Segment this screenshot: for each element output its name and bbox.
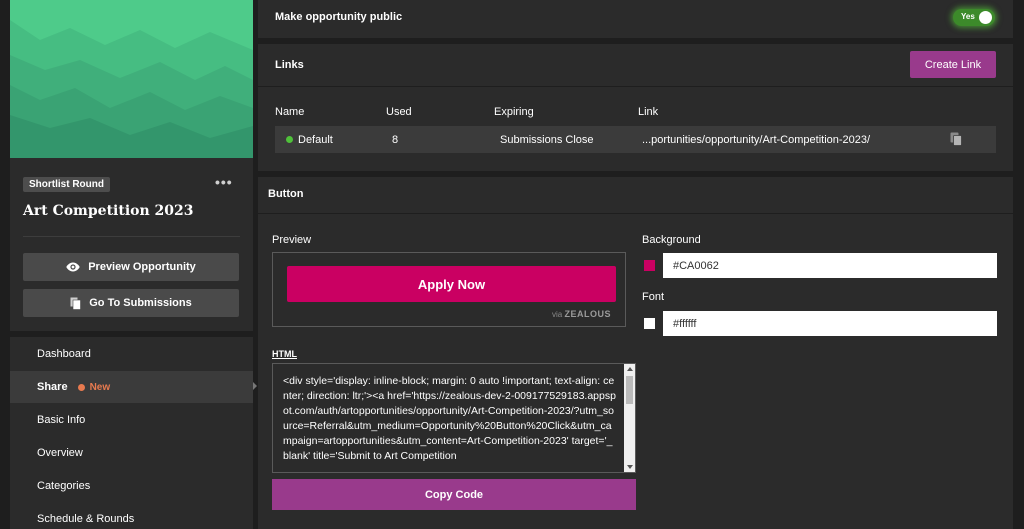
sidebar-item-label: Dashboard bbox=[37, 348, 91, 360]
html-code-text: <div style='display: inline-block; margi… bbox=[283, 375, 616, 462]
preview-opportunity-label: Preview Opportunity bbox=[88, 261, 196, 273]
public-toggle-panel: Make opportunity public Yes bbox=[258, 0, 1013, 38]
background-color-swatch[interactable] bbox=[644, 260, 655, 271]
new-dot-icon bbox=[77, 383, 85, 391]
sidebar-item-schedule-rounds[interactable]: Schedule & Rounds bbox=[10, 503, 253, 529]
link-name: Default bbox=[298, 134, 333, 146]
preview-label: Preview bbox=[272, 234, 312, 246]
create-link-button[interactable]: Create Link bbox=[910, 51, 996, 78]
link-used-count: 8 bbox=[392, 134, 399, 146]
column-header-link: Link bbox=[638, 106, 659, 118]
preview-opportunity-button[interactable]: Preview Opportunity bbox=[23, 253, 239, 281]
background-color-label: Background bbox=[642, 234, 701, 246]
links-title: Links bbox=[275, 59, 304, 71]
public-toggle-label: Make opportunity public bbox=[275, 11, 403, 23]
background-color-input[interactable] bbox=[663, 253, 997, 278]
public-toggle-switch[interactable]: Yes bbox=[953, 9, 995, 26]
font-color-label: Font bbox=[642, 291, 665, 303]
html-code-textarea[interactable]: <div style='display: inline-block; margi… bbox=[272, 363, 636, 473]
button-panel: Button Preview Apply Now via ZEALOUS HTM… bbox=[258, 177, 1013, 529]
via-prefix: via bbox=[552, 310, 563, 319]
active-indicator-caret-icon bbox=[253, 382, 257, 390]
link-url[interactable]: ...portunities/opportunity/Art-Competiti… bbox=[642, 134, 870, 146]
column-header-name: Name bbox=[275, 106, 305, 118]
sidebar-item-label: Share bbox=[37, 381, 68, 393]
sidebar-item-label: Overview bbox=[37, 447, 83, 459]
sidebar-item-label: Basic Info bbox=[37, 414, 86, 426]
sidebar-nav: Dashboard Share New Basic Info Overview … bbox=[10, 337, 253, 529]
scroll-thumb[interactable] bbox=[626, 376, 633, 404]
column-header-used: Used bbox=[386, 106, 412, 118]
opportunity-card: Shortlist Round ••• Art Competition 2023… bbox=[10, 0, 253, 331]
sidebar-item-categories[interactable]: Categories bbox=[10, 470, 253, 502]
font-color-swatch[interactable] bbox=[644, 318, 655, 329]
html-scrollbar[interactable] bbox=[624, 364, 635, 472]
scroll-up-arrow-icon[interactable] bbox=[627, 367, 633, 371]
toggle-state-label: Yes bbox=[961, 12, 975, 21]
zealous-brand: ZEALOUS bbox=[564, 309, 611, 319]
sidebar-item-label: Categories bbox=[37, 480, 91, 492]
column-header-expiring: Expiring bbox=[494, 106, 534, 118]
copy-icon[interactable] bbox=[950, 132, 962, 146]
font-color-input[interactable] bbox=[663, 311, 997, 336]
button-section-title: Button bbox=[268, 188, 304, 200]
new-badge: New bbox=[89, 381, 111, 393]
html-label: HTML bbox=[272, 349, 297, 359]
via-zealous-watermark: via ZEALOUS bbox=[552, 309, 611, 319]
sidebar-item-share[interactable]: Share New bbox=[10, 371, 253, 403]
button-preview: Apply Now via ZEALOUS bbox=[272, 252, 626, 327]
opportunity-title: Art Competition 2023 bbox=[23, 203, 194, 219]
ellipsis-icon[interactable]: ••• bbox=[215, 174, 233, 190]
table-row: Default 8 Submissions Close ...portuniti… bbox=[275, 126, 996, 153]
documents-icon bbox=[70, 297, 82, 310]
sidebar-item-label: Schedule & Rounds bbox=[37, 513, 135, 525]
sidebar-item-dashboard[interactable]: Dashboard bbox=[10, 338, 253, 370]
divider bbox=[23, 236, 240, 237]
go-to-submissions-label: Go To Submissions bbox=[89, 297, 192, 309]
sidebar-item-overview[interactable]: Overview bbox=[10, 437, 253, 469]
status-dot-icon bbox=[286, 136, 293, 143]
sidebar-item-basic-info[interactable]: Basic Info bbox=[10, 404, 253, 436]
links-panel: Links Create Link Name Used Expiring Lin… bbox=[258, 44, 1013, 171]
go-to-submissions-button[interactable]: Go To Submissions bbox=[23, 289, 239, 317]
round-badge: Shortlist Round bbox=[23, 177, 110, 192]
opportunity-banner-image bbox=[10, 0, 253, 158]
divider bbox=[258, 86, 1013, 87]
copy-code-button[interactable]: Copy Code bbox=[272, 479, 636, 510]
apply-now-button[interactable]: Apply Now bbox=[287, 266, 616, 302]
toggle-knob bbox=[979, 11, 992, 24]
divider bbox=[258, 213, 1013, 214]
eye-icon bbox=[66, 262, 80, 272]
scroll-down-arrow-icon[interactable] bbox=[627, 465, 633, 469]
link-expiring: Submissions Close bbox=[500, 134, 594, 146]
